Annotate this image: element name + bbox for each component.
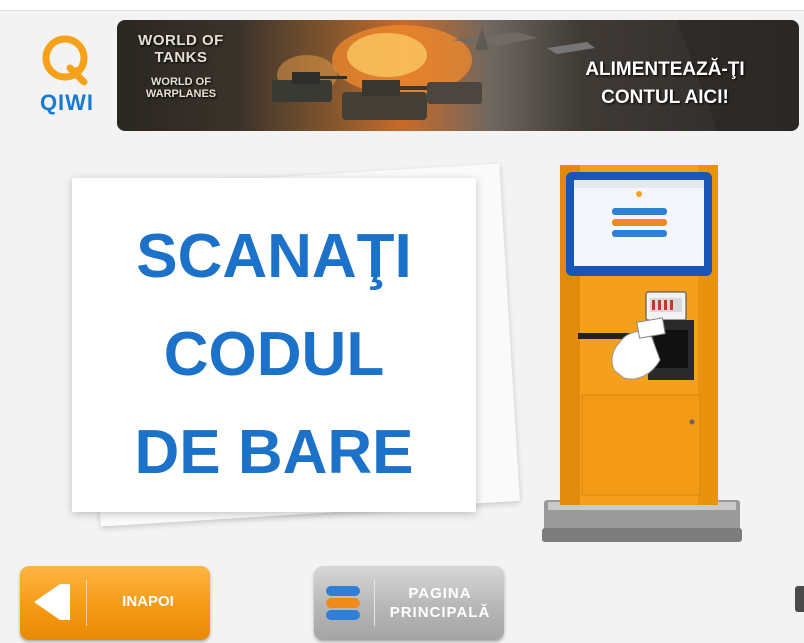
button-divider <box>86 580 87 626</box>
logo-text: QIWI <box>39 90 95 115</box>
back-button-label: INAPOI <box>122 593 174 610</box>
instruction-card: SCANAŢI CODUL DE BARE <box>72 178 476 512</box>
arrow-left-icon <box>34 584 60 620</box>
button-divider <box>374 580 375 626</box>
edge-tab[interactable] <box>795 586 804 612</box>
instruction-text: SCANAŢI CODUL DE BARE <box>72 208 476 502</box>
kiosk-illustration <box>542 165 742 542</box>
qiwi-logo-icon <box>42 35 88 86</box>
banner-cta: ALIMENTEAZĂ-ŢI CONTUL AICI! <box>565 56 765 112</box>
instruction-line-1: SCANAŢI <box>136 222 412 291</box>
home-button-label-line1: PAGINA <box>408 585 472 602</box>
back-button[interactable]: INAPOI <box>20 566 210 640</box>
qiwi-logo: QIWI <box>34 34 100 120</box>
top-border <box>0 0 804 11</box>
game-logo-secondary: WORLD OF WARPLANES <box>145 76 217 100</box>
instruction-line-2: CODUL <box>163 320 385 389</box>
home-button[interactable]: PAGINA PRINCIPALĂ <box>314 566 504 640</box>
home-stack-icon <box>326 586 360 620</box>
game-logo-primary: WORLD OF TANKS <box>138 32 224 66</box>
home-button-label: PAGINA PRINCIPALĂ <box>380 584 500 622</box>
arrow-left-icon-stem <box>60 584 70 620</box>
game-logo: WORLD OF TANKS WORLD OF WARPLANES <box>125 32 237 100</box>
promo-banner[interactable]: WORLD OF TANKS WORLD OF WARPLANES ALIMEN… <box>117 20 799 131</box>
banner-cta-line2: CONTUL AICI! <box>601 87 729 108</box>
home-button-label-line2: PRINCIPALĂ <box>389 604 491 621</box>
banner-cta-line1: ALIMENTEAZĂ-ŢI <box>585 59 745 80</box>
instruction-line-3: DE BARE <box>134 418 414 487</box>
